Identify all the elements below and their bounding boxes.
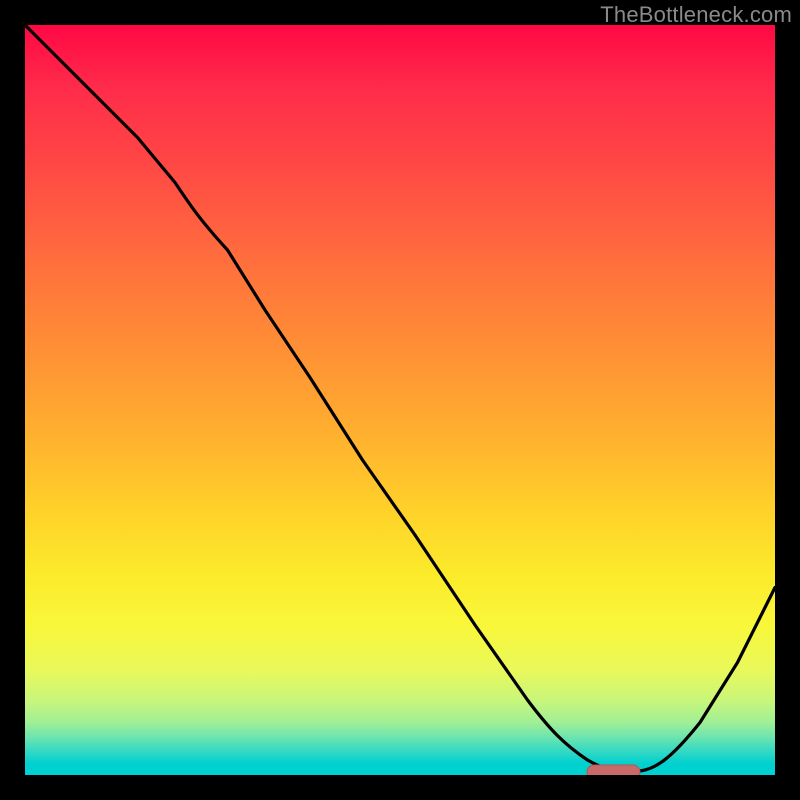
bottleneck-curve [25, 25, 775, 771]
optimal-marker [587, 765, 640, 775]
chart-stage: TheBottleneck.com [0, 0, 800, 800]
curve-layer [25, 25, 775, 775]
plot-area [25, 25, 775, 775]
